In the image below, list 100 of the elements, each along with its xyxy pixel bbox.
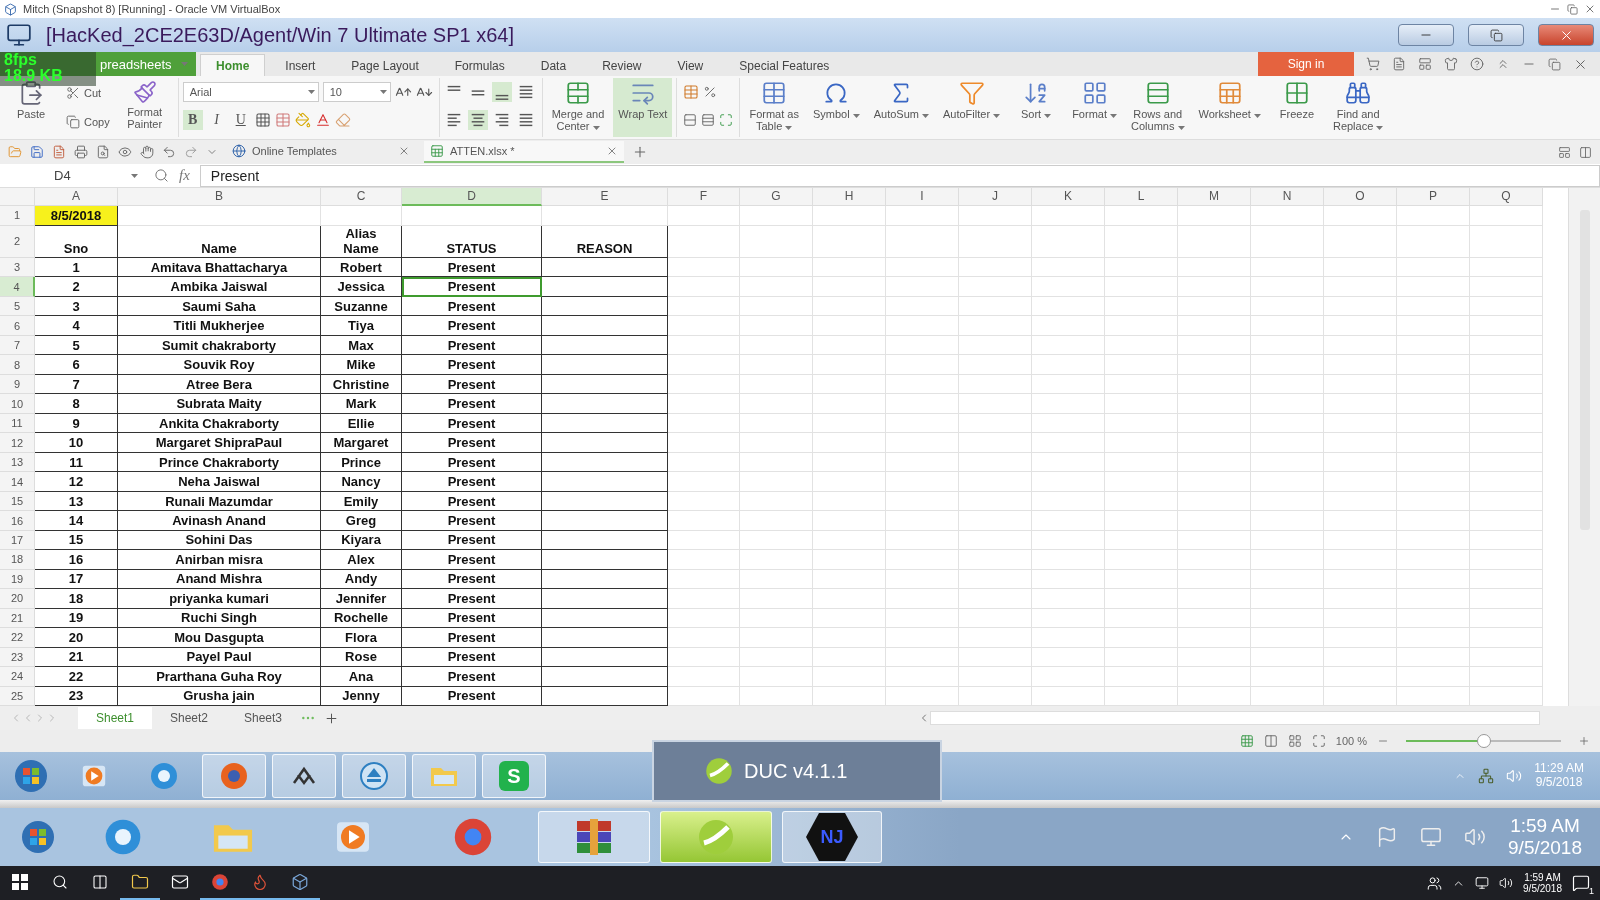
- row-header[interactable]: 6: [0, 316, 35, 336]
- font-size-select[interactable]: 10: [322, 82, 391, 102]
- document-tab[interactable]: Online Templates: [226, 141, 416, 163]
- borders-icon[interactable]: [254, 112, 271, 128]
- ribbon-button[interactable]: Symbol: [807, 78, 865, 137]
- minimize-button[interactable]: [1398, 24, 1454, 46]
- search-icon[interactable]: [154, 168, 169, 183]
- ribbon-tab[interactable]: Page Layout: [335, 54, 435, 76]
- zoom-in-icon[interactable]: [1578, 735, 1590, 747]
- font-color-icon[interactable]: [314, 112, 331, 128]
- ribbon-button[interactable]: Merge and Center: [546, 78, 610, 137]
- normal-view-icon[interactable]: [1239, 734, 1254, 748]
- row-header[interactable]: 4: [0, 277, 35, 297]
- ribbon-tab[interactable]: Special Features: [723, 54, 846, 76]
- ribbon-button[interactable]: Rows and Columns: [1126, 78, 1190, 137]
- collapse-icon[interactable]: [1496, 57, 1510, 71]
- frame-icon[interactable]: [719, 113, 734, 127]
- document-icon[interactable]: [52, 145, 66, 159]
- percent-icon[interactable]: [703, 85, 718, 99]
- clock[interactable]: 1:59 AM 9/5/2018: [1523, 871, 1562, 895]
- split-icon[interactable]: [1579, 145, 1592, 159]
- notification-icon[interactable]: [1572, 874, 1590, 892]
- column-header[interactable]: D: [402, 188, 542, 206]
- column-header[interactable]: Q: [1470, 188, 1543, 206]
- cell-style-icon[interactable]: [274, 112, 291, 128]
- app-popup[interactable]: DUC v4.1.1: [652, 740, 942, 802]
- row-header[interactable]: 20: [0, 589, 35, 609]
- close-button[interactable]: [1538, 24, 1594, 46]
- panel-icon[interactable]: [1418, 57, 1432, 71]
- save-icon[interactable]: [30, 145, 44, 159]
- ribbon-button[interactable]: Find and Replace: [1327, 78, 1389, 137]
- ribbon-tab[interactable]: Formulas: [438, 54, 521, 76]
- font-select[interactable]: Arial: [182, 82, 319, 102]
- column-header[interactable]: P: [1397, 188, 1470, 206]
- page-break-icon[interactable]: [1287, 734, 1302, 748]
- restore-button[interactable]: [1468, 24, 1524, 46]
- people-icon[interactable]: [1427, 875, 1443, 891]
- column-header[interactable]: B: [118, 188, 321, 206]
- folder-icon[interactable]: [8, 145, 22, 159]
- ribbon-button[interactable]: Format as Table: [744, 78, 804, 137]
- panel-icon[interactable]: [1558, 145, 1571, 159]
- column-header[interactable]: A: [35, 188, 118, 206]
- column-header[interactable]: M: [1178, 188, 1251, 206]
- ribbon-tab[interactable]: Home: [200, 54, 266, 76]
- row-header[interactable]: 18: [0, 550, 35, 570]
- column-header[interactable]: L: [1105, 188, 1178, 206]
- decimal-icon[interactable]: [683, 113, 698, 127]
- column-header[interactable]: K: [1032, 188, 1105, 206]
- ribbon-button[interactable]: Wrap Text: [613, 78, 673, 137]
- plus-icon[interactable]: [324, 710, 339, 726]
- row-header[interactable]: 16: [0, 511, 35, 531]
- restore-icon[interactable]: [1567, 3, 1578, 15]
- ribbon-tab[interactable]: Insert: [269, 54, 332, 76]
- windows-logo-icon[interactable]: [12, 874, 28, 890]
- network-icon[interactable]: [1475, 876, 1490, 890]
- slider-thumb[interactable]: [1476, 734, 1491, 748]
- cart-icon[interactable]: [1366, 57, 1380, 71]
- restore-icon[interactable]: [1548, 57, 1561, 71]
- document-tab[interactable]: ATTEN.xlsx *: [424, 141, 624, 163]
- vertical-scrollbar[interactable]: [1568, 188, 1600, 706]
- eraser-icon[interactable]: [334, 112, 351, 128]
- document-icon[interactable]: [1392, 57, 1406, 71]
- full-screen-icon[interactable]: [1311, 734, 1326, 748]
- column-header[interactable]: F: [668, 188, 740, 206]
- row-header[interactable]: 22: [0, 628, 35, 648]
- volume-icon[interactable]: [1499, 876, 1514, 890]
- column-header[interactable]: N: [1251, 188, 1324, 206]
- row-header[interactable]: 14: [0, 472, 35, 492]
- function-label[interactable]: fx: [179, 167, 190, 184]
- number-format-icon[interactable]: [683, 84, 700, 100]
- sheet-tab[interactable]: Sheet2: [152, 707, 226, 729]
- formula-field[interactable]: Present: [199, 164, 1600, 187]
- cut-button[interactable]: Cut: [62, 83, 114, 102]
- horizontal-scrollbar[interactable]: [930, 711, 1540, 725]
- hand-icon[interactable]: [140, 145, 154, 159]
- row-header[interactable]: 10: [0, 394, 35, 414]
- shirt-icon[interactable]: [1444, 57, 1458, 71]
- sheet-tab[interactable]: Sheet3: [226, 707, 300, 729]
- printer-icon[interactable]: [74, 145, 88, 159]
- column-header[interactable]: G: [740, 188, 813, 206]
- row-header[interactable]: 24: [0, 667, 35, 687]
- eye-icon[interactable]: [118, 145, 132, 159]
- font-style-button[interactable]: I: [206, 110, 227, 130]
- undo-icon[interactable]: [162, 145, 176, 159]
- ribbon-tab[interactable]: Review: [586, 54, 658, 76]
- row-header[interactable]: 12: [0, 433, 35, 453]
- column-header[interactable]: E: [542, 188, 668, 206]
- taskbar-app-button[interactable]: NJ: [782, 810, 882, 864]
- copy-button[interactable]: Copy: [62, 113, 114, 132]
- row-header[interactable]: 8: [0, 355, 35, 375]
- fill-icon[interactable]: [294, 112, 311, 128]
- column-header[interactable]: O: [1324, 188, 1397, 206]
- column-header[interactable]: C: [321, 188, 402, 206]
- ribbon-button[interactable]: AutoFilter: [938, 78, 1006, 137]
- help-icon[interactable]: [1470, 57, 1484, 71]
- decimal-icon[interactable]: [701, 113, 716, 127]
- ribbon-button[interactable]: AutoSum: [868, 78, 934, 137]
- column-header[interactable]: I: [886, 188, 959, 206]
- close-icon[interactable]: [1584, 3, 1596, 15]
- redo-icon[interactable]: [184, 145, 198, 159]
